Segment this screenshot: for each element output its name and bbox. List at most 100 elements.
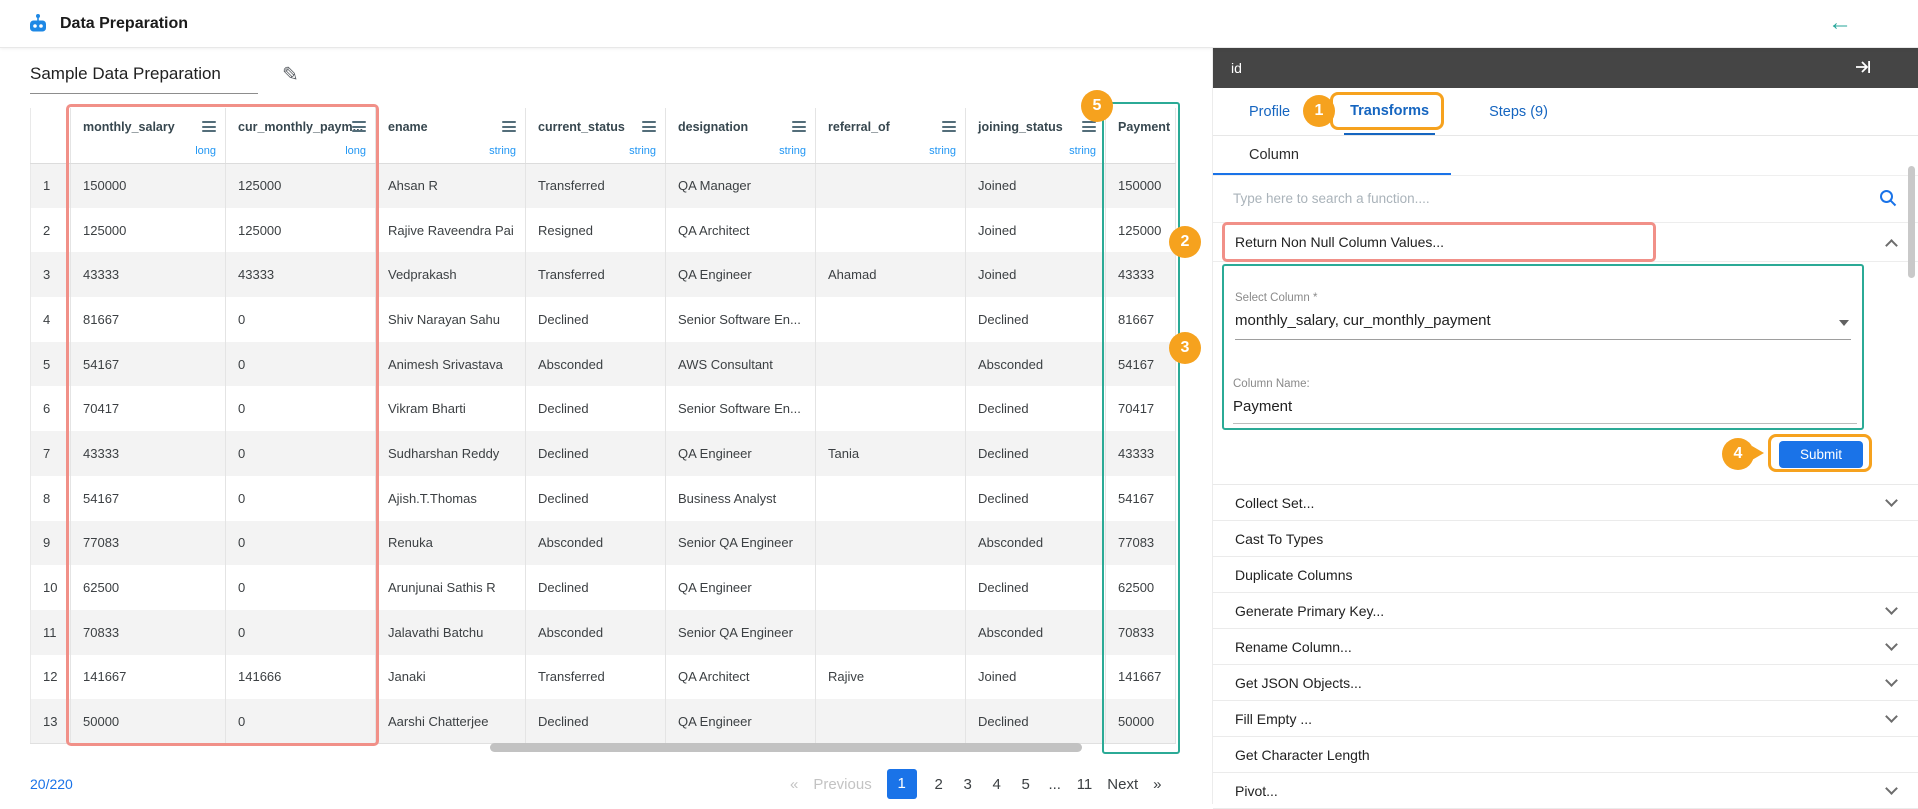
table-cell[interactable]: 43333 xyxy=(1106,252,1176,297)
pagination-page-11[interactable]: 11 xyxy=(1077,776,1093,793)
table-cell[interactable]: Declined xyxy=(966,699,1106,744)
function-item[interactable]: Duplicate Columns xyxy=(1213,557,1918,593)
table-cell[interactable]: 0 xyxy=(226,342,376,387)
table-cell[interactable]: Joined xyxy=(966,163,1106,208)
table-cell[interactable]: 54167 xyxy=(1106,342,1176,387)
table-cell[interactable]: Joined xyxy=(966,655,1106,700)
table-cell[interactable]: 43333 xyxy=(71,252,226,297)
table-cell[interactable]: 125000 xyxy=(226,208,376,253)
table-cell[interactable]: Vedprakash xyxy=(376,252,526,297)
column-header-designation[interactable]: designationstring xyxy=(666,108,816,163)
subtab-column[interactable]: Column xyxy=(1213,136,1451,175)
row-number-cell[interactable]: 1 xyxy=(31,163,71,208)
pagination-previous[interactable]: Previous xyxy=(813,776,871,793)
table-cell[interactable]: 62500 xyxy=(71,565,226,610)
column-menu-icon[interactable] xyxy=(502,121,516,135)
table-cell[interactable]: QA Architect xyxy=(666,208,816,253)
pagination-page-3[interactable]: 3 xyxy=(961,776,975,793)
column-menu-icon[interactable] xyxy=(1082,121,1096,135)
tab-steps[interactable]: Steps (9) xyxy=(1483,88,1554,135)
table-cell[interactable]: 150000 xyxy=(71,163,226,208)
table-cell[interactable]: 77083 xyxy=(71,521,226,566)
table-cell[interactable]: 81667 xyxy=(1106,297,1176,342)
column-header-Payment[interactable]: Payment xyxy=(1106,108,1176,163)
table-cell[interactable] xyxy=(816,208,966,253)
table-cell[interactable]: Absconded xyxy=(966,610,1106,655)
table-cell[interactable]: 0 xyxy=(226,386,376,431)
table-cell[interactable]: Vikram Bharti xyxy=(376,386,526,431)
select-column-dropdown[interactable]: monthly_salary, cur_monthly_payment xyxy=(1235,312,1851,340)
table-cell[interactable]: Ahamad xyxy=(816,252,966,297)
panel-scrollbar[interactable] xyxy=(1908,166,1915,278)
column-header-cur_monthly_paym...[interactable]: cur_monthly_paym...long xyxy=(226,108,376,163)
table-cell[interactable]: Absconded xyxy=(526,610,666,655)
function-item[interactable]: Rename Column... xyxy=(1213,629,1918,665)
function-item[interactable]: Get Character Length xyxy=(1213,737,1918,773)
table-cell[interactable]: Jalavathi Batchu xyxy=(376,610,526,655)
table-cell[interactable]: 0 xyxy=(226,297,376,342)
submit-button[interactable]: Submit xyxy=(1779,441,1863,468)
pagination-page-1[interactable]: 1 xyxy=(887,769,917,799)
table-cell[interactable]: 70417 xyxy=(71,386,226,431)
table-cell[interactable]: 150000 xyxy=(1106,163,1176,208)
table-cell[interactable]: Transferred xyxy=(526,655,666,700)
table-cell[interactable]: Senior Software En... xyxy=(666,386,816,431)
table-cell[interactable] xyxy=(816,297,966,342)
table-cell[interactable]: Absconded xyxy=(526,342,666,387)
table-cell[interactable]: 0 xyxy=(226,431,376,476)
function-item[interactable]: Get JSON Objects... xyxy=(1213,665,1918,701)
table-cell[interactable]: Rajive xyxy=(816,655,966,700)
row-number-cell[interactable]: 8 xyxy=(31,476,71,521)
table-cell[interactable]: Joined xyxy=(966,252,1106,297)
table-cell[interactable]: Declined xyxy=(526,431,666,476)
table-cell[interactable]: AWS Consultant xyxy=(666,342,816,387)
search-icon[interactable] xyxy=(1878,188,1898,208)
row-number-cell[interactable]: 9 xyxy=(31,521,71,566)
table-cell[interactable]: Declined xyxy=(966,297,1106,342)
table-cell[interactable]: 141667 xyxy=(71,655,226,700)
row-number-cell[interactable]: 10 xyxy=(31,565,71,610)
pagination-first[interactable]: « xyxy=(790,776,798,793)
table-cell[interactable]: 125000 xyxy=(226,163,376,208)
table-cell[interactable]: QA Architect xyxy=(666,655,816,700)
function-item[interactable]: Cast To Types xyxy=(1213,521,1918,557)
table-cell[interactable]: 43333 xyxy=(226,252,376,297)
table-cell[interactable]: QA Engineer xyxy=(666,252,816,297)
table-cell[interactable]: Absconded xyxy=(526,521,666,566)
table-cell[interactable] xyxy=(816,610,966,655)
table-cell[interactable] xyxy=(816,521,966,566)
table-cell[interactable]: 0 xyxy=(226,565,376,610)
table-cell[interactable]: Declined xyxy=(526,386,666,431)
table-cell[interactable] xyxy=(816,163,966,208)
table-cell[interactable]: Declined xyxy=(526,297,666,342)
table-cell[interactable]: Animesh Srivastava xyxy=(376,342,526,387)
table-cell[interactable]: 0 xyxy=(226,476,376,521)
table-cell[interactable]: 125000 xyxy=(1106,208,1176,253)
function-search-input[interactable] xyxy=(1233,191,1878,206)
column-name-input[interactable]: Payment xyxy=(1233,398,1857,424)
table-cell[interactable]: Declined xyxy=(966,565,1106,610)
column-header-referral_of[interactable]: referral_ofstring xyxy=(816,108,966,163)
row-number-cell[interactable]: 6 xyxy=(31,386,71,431)
table-cell[interactable]: Declined xyxy=(526,565,666,610)
table-cell[interactable]: 81667 xyxy=(71,297,226,342)
column-menu-icon[interactable] xyxy=(352,121,366,135)
table-cell[interactable] xyxy=(816,476,966,521)
pagination-page-5[interactable]: 5 xyxy=(1019,776,1033,793)
table-cell[interactable]: Senior QA Engineer xyxy=(666,521,816,566)
row-number-cell[interactable]: 13 xyxy=(31,699,71,744)
table-cell[interactable]: Declined xyxy=(966,386,1106,431)
horizontal-scrollbar[interactable] xyxy=(490,743,1082,752)
function-item-return-non-null[interactable]: Return Non Null Column Values... xyxy=(1213,222,1918,262)
table-cell[interactable]: Tania xyxy=(816,431,966,476)
record-count-link[interactable]: 20/220 xyxy=(30,776,73,792)
table-cell[interactable]: Aarshi Chatterjee xyxy=(376,699,526,744)
table-cell[interactable]: Senior Software En... xyxy=(666,297,816,342)
edit-pencil-icon[interactable]: ✎ xyxy=(282,62,299,87)
table-cell[interactable]: 43333 xyxy=(1106,431,1176,476)
table-cell[interactable]: Resigned xyxy=(526,208,666,253)
pagination-page-2[interactable]: 2 xyxy=(932,776,946,793)
table-cell[interactable]: 0 xyxy=(226,610,376,655)
tab-transforms[interactable]: Transforms xyxy=(1344,88,1435,135)
table-cell[interactable]: Absconded xyxy=(966,342,1106,387)
